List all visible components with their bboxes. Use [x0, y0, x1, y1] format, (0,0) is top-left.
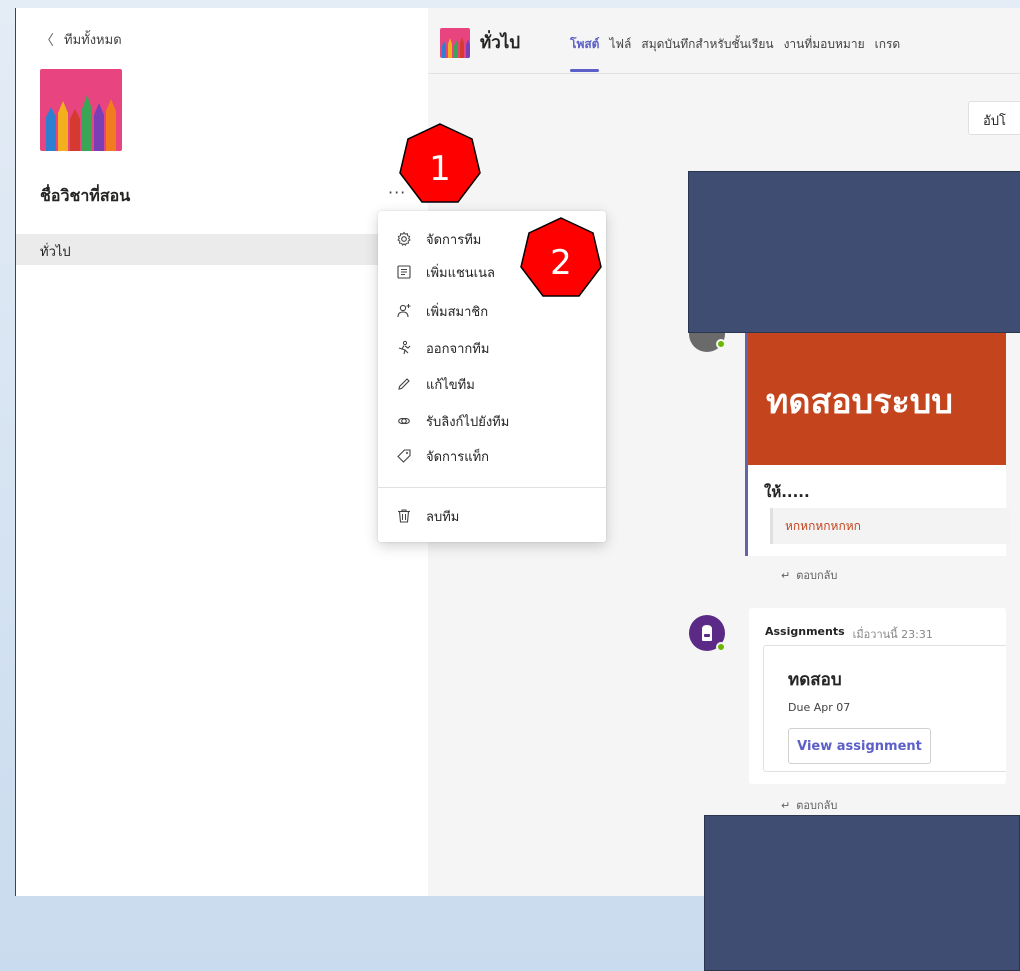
assignment-inner-card: ทดสอบ Due Apr 07 View assignment	[763, 645, 1006, 772]
post-quote: หกหกหกหกหก	[770, 508, 1010, 544]
back-label: ทีมทั้งหมด	[64, 33, 122, 48]
channel-item-general[interactable]: ทั่วไป	[16, 234, 428, 265]
menu-item-label: จัดการทีม	[426, 232, 482, 248]
team-name: ชื่อวิชาที่สอน	[40, 186, 131, 205]
tab-files[interactable]: ไฟล์	[609, 35, 631, 54]
redaction-box-top	[688, 171, 1020, 333]
link-icon	[398, 417, 410, 425]
tab-assignments[interactable]: งานที่มอบหมาย	[784, 35, 865, 54]
trash-icon	[398, 509, 410, 523]
channel-tabs: โพสต์ ไฟล์ สมุดบันทึกสำหรับชั้นเรียน งาน…	[570, 35, 901, 72]
step-number: 2	[550, 243, 572, 283]
presence-available-icon	[716, 339, 726, 349]
reply-label: ตอบกลับ	[796, 799, 838, 812]
backpack-icon	[702, 625, 712, 641]
menu-item-label: แก้ไขทีม	[426, 377, 475, 393]
pencil-icon	[398, 378, 410, 390]
assignment-time: เมื่อวานนี้ 23:31	[852, 628, 933, 641]
reply-arrow-icon: ↵	[781, 568, 791, 582]
menu-item-label: ลบทีม	[426, 509, 460, 525]
presence-available-icon	[716, 642, 726, 652]
view-assignment-button[interactable]: View assignment	[788, 728, 931, 764]
channel-team-avatar	[440, 28, 470, 58]
chevron-left-icon: 〈	[40, 32, 54, 49]
post-banner-title: ทดสอบระบบ	[766, 382, 953, 422]
channel-list-icon	[397, 265, 411, 279]
menu-item-label: เพิ่มสมาชิก	[426, 304, 489, 320]
menu-item-edit-team[interactable]: แก้ไขทีม	[378, 369, 606, 399]
tab-class-notebook[interactable]: สมุดบันทึกสำหรับชั้นเรียน	[641, 35, 773, 54]
step-number: 1	[429, 149, 451, 189]
assignment-header: Assignments เมื่อวานนี้ 23:31	[765, 625, 933, 643]
menu-item-manage-tags[interactable]: จัดการแท็ก	[378, 441, 606, 471]
assignment-card: Assignments เมื่อวานนี้ 23:31 ทดสอบ Due …	[749, 608, 1006, 784]
announcement-post: ทดสอบระบบ ให้..... หกหกหกหกหก	[745, 330, 1010, 556]
update-button[interactable]: อัปโ	[968, 101, 1020, 135]
redaction-box-bottom	[704, 815, 1020, 971]
menu-item-get-link[interactable]: รับลิงก์ไปยังทีม	[378, 406, 606, 436]
assignment-title: ทดสอบ	[788, 670, 842, 690]
channel-header: ทั่วไป โพสต์ ไฟล์ สมุดบันทึกสำหรับชั้นเร…	[428, 8, 1020, 74]
team-avatar	[40, 69, 122, 151]
post-subtitle: ให้.....	[764, 483, 810, 501]
gear-icon	[397, 231, 411, 247]
reply-label: ตอบกลับ	[796, 569, 838, 582]
back-to-all-teams-link[interactable]: 〈 ทีมทั้งหมด	[40, 29, 122, 50]
menu-divider	[378, 487, 606, 488]
channel-title: ทั่วไป	[480, 33, 521, 53]
step-marker-1: 1	[399, 123, 481, 203]
tab-posts[interactable]: โพสต์	[570, 35, 600, 72]
menu-item-label: จัดการแท็ก	[426, 449, 490, 465]
assignment-due-date: Due Apr 07	[788, 701, 851, 714]
menu-item-leave-team[interactable]: ออกจากทีม	[378, 333, 606, 363]
assignment-sender: Assignments	[765, 625, 845, 638]
post-reply-link[interactable]: ↵ ตอบกลับ	[781, 566, 837, 584]
menu-item-label: เพิ่มแชนเนล	[426, 265, 495, 281]
menu-item-delete-team[interactable]: ลบทีม	[378, 501, 606, 531]
reply-arrow-icon: ↵	[781, 798, 791, 812]
tab-grades[interactable]: เกรด	[875, 35, 901, 54]
menu-item-label: รับลิงก์ไปยังทีม	[426, 414, 510, 430]
step-marker-2: 2	[520, 217, 602, 297]
leave-icon	[398, 340, 411, 355]
menu-item-label: ออกจากทีม	[426, 341, 490, 357]
post-banner: ทดสอบระบบ	[748, 330, 1006, 465]
tag-icon	[397, 449, 411, 463]
add-person-icon	[397, 304, 411, 318]
assignment-reply-link[interactable]: ↵ ตอบกลับ	[781, 796, 837, 814]
team-sidebar: 〈 ทีมทั้งหมด ชื่อวิชาที่สอน ··· ทั่วไป	[16, 8, 428, 896]
